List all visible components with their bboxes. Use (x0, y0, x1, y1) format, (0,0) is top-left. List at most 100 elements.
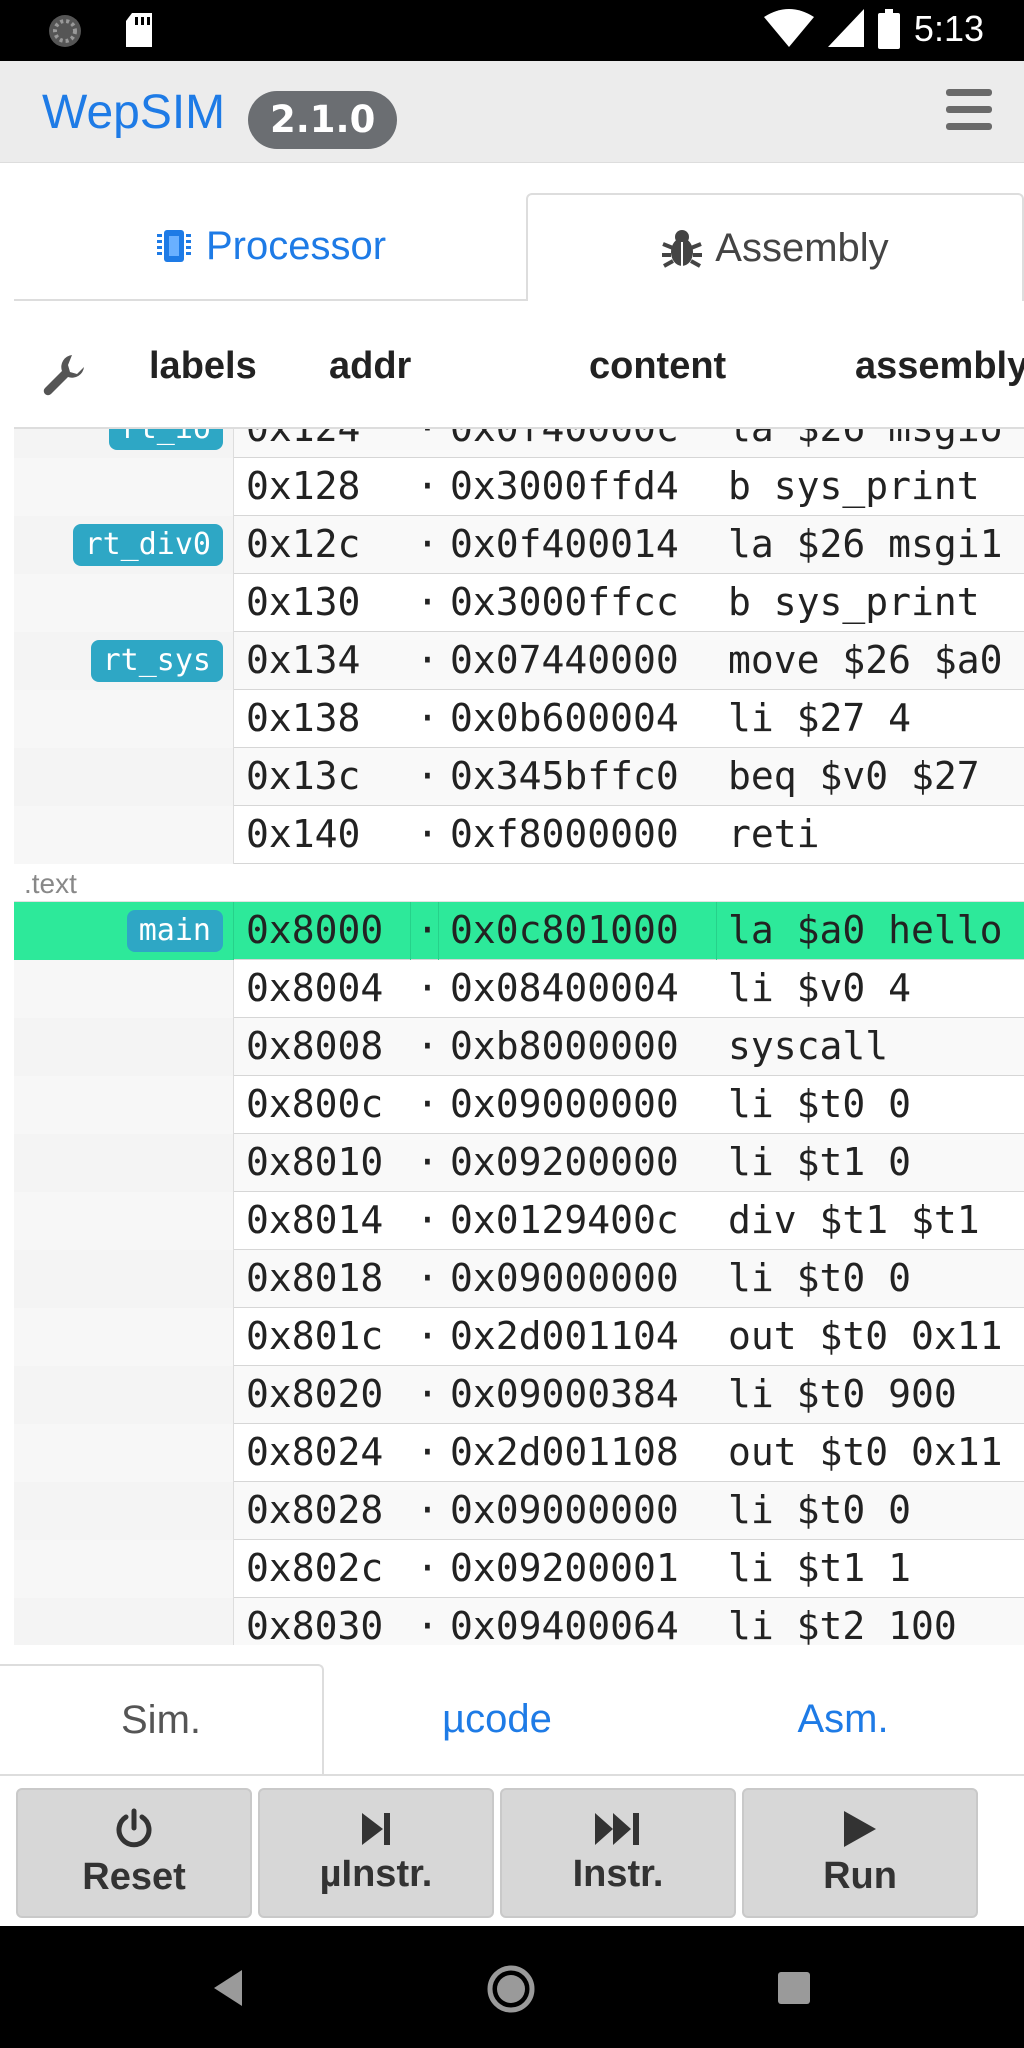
table-row[interactable]: 0x13c · 0x345bffc0 beq $v0 $27 (14, 748, 1024, 806)
power-icon (116, 1808, 152, 1847)
row-addr: 0x128 (246, 464, 361, 508)
row-separator: · (416, 1140, 439, 1184)
label-badge[interactable]: rt_sys (90, 640, 223, 682)
table-row[interactable]: 0x8004 · 0x08400004 li $v0 4 (14, 960, 1024, 1018)
table-row[interactable]: rt_div0 0x12c · 0x0f400014 la $26 msgi1 (14, 516, 1024, 574)
row-addr: 0x8030 (246, 1604, 384, 1645)
row-content: 0x09000000 (450, 1082, 679, 1126)
system-nav-bar (0, 1926, 1024, 2048)
tab-processor-label: Processor (205, 223, 387, 268)
status-bar: 5:13 (0, 0, 1024, 61)
back-icon[interactable] (210, 1968, 246, 2008)
row-content: 0x09000384 (450, 1372, 679, 1416)
app-title[interactable]: WepSIM (42, 85, 225, 140)
row-assembly: out $t0 0x11 (728, 1314, 1003, 1358)
battery-icon (877, 9, 900, 49)
clock: 5:13 (913, 8, 984, 49)
row-separator: · (416, 1024, 439, 1068)
wifi-icon (763, 9, 814, 47)
row-assembly: li $t0 0 (728, 1488, 912, 1532)
tab-assembly[interactable]: Assembly (526, 193, 1024, 301)
table-row[interactable]: 0x8018 · 0x09000000 li $t0 0 (14, 1250, 1024, 1308)
table-row[interactable]: 0x8028 · 0x09000000 li $t0 0 (14, 1482, 1024, 1540)
row-content: 0x3000ffd4 (450, 464, 679, 508)
row-addr: 0x802c (246, 1546, 384, 1590)
instruction-label: Instr. (572, 1852, 664, 1895)
label-badge[interactable]: main (126, 910, 223, 952)
table-row[interactable]: 0x8024 · 0x2d001108 out $t0 0x11 (14, 1424, 1024, 1482)
table-row[interactable]: 0x802c · 0x09200001 li $t1 1 (14, 1540, 1024, 1598)
row-assembly: b sys_print (728, 580, 980, 624)
table-row[interactable]: rt_io 0x124 · 0x0f40000c la $26 msgio (14, 429, 1024, 458)
row-separator: · (416, 966, 439, 1010)
label-badge[interactable]: rt_div0 (72, 524, 223, 566)
table-row[interactable]: 0x140 · 0xf8000000 reti (14, 806, 1024, 864)
reset-label: Reset (82, 1855, 186, 1898)
column-header-assembly[interactable]: assembly (855, 345, 1024, 388)
table-row[interactable]: 0x800c · 0x09000000 li $t0 0 (14, 1076, 1024, 1134)
row-separator: · (416, 638, 439, 682)
row-separator: · (416, 1314, 439, 1358)
microinstruction-step-button[interactable]: µInstr. (258, 1788, 494, 1918)
row-content: 0x345bffc0 (450, 754, 679, 798)
table-row[interactable]: 0x128 · 0x3000ffd4 b sys_print (14, 458, 1024, 516)
row-content: 0xf8000000 (450, 812, 679, 856)
row-assembly: li $t2 100 (728, 1604, 957, 1645)
column-header-content[interactable]: content (589, 345, 726, 388)
row-assembly: syscall (728, 1024, 889, 1068)
row-separator: · (416, 754, 439, 798)
recents-icon[interactable] (776, 1970, 812, 2006)
row-content: 0x09200001 (450, 1546, 679, 1590)
tab-processor[interactable]: Processor (14, 193, 526, 301)
row-addr: 0x130 (246, 580, 361, 624)
row-assembly: la $26 msgio (728, 429, 1003, 450)
row-assembly: div $t1 $t1 (728, 1198, 980, 1242)
row-addr: 0x801c (246, 1314, 384, 1358)
row-assembly: b sys_print (728, 464, 980, 508)
run-button[interactable]: Run (742, 1788, 978, 1918)
row-separator: · (416, 1372, 439, 1416)
table-row[interactable]: 0x8008 · 0xb8000000 syscall (14, 1018, 1024, 1076)
row-separator: · (416, 1546, 439, 1590)
row-assembly: out $t0 0x11 (728, 1430, 1003, 1474)
assembly-table[interactable]: rt_io 0x124 · 0x0f40000c la $26 msgio 0x… (14, 429, 1024, 1645)
column-header-addr[interactable]: addr (329, 345, 411, 388)
label-badge[interactable]: rt_io (108, 429, 223, 450)
table-row[interactable]: 0x130 · 0x3000ffcc b sys_print (14, 574, 1024, 632)
row-addr: 0x8020 (246, 1372, 384, 1416)
row-assembly: li $v0 4 (728, 966, 912, 1010)
row-addr: 0x8010 (246, 1140, 384, 1184)
tab-assembly-label: Assembly (715, 225, 889, 270)
column-header-labels[interactable]: labels (149, 345, 257, 388)
row-assembly: li $t0 900 (728, 1372, 957, 1416)
row-separator: · (416, 908, 439, 952)
table-row[interactable]: 0x8010 · 0x09200000 li $t1 0 (14, 1134, 1024, 1192)
table-row[interactable]: rt_sys 0x134 · 0x07440000 move $26 $a0 (14, 632, 1024, 690)
tab-sim[interactable]: Sim. (0, 1664, 324, 1774)
bottom-tabs: Sim. µcode Asm. (0, 1664, 1024, 1776)
table-row[interactable]: 0x8014 · 0x0129400c div $t1 $t1 (14, 1192, 1024, 1250)
row-assembly: move $26 $a0 (728, 638, 1003, 682)
wrench-icon[interactable] (42, 353, 86, 402)
row-addr: 0x13c (246, 754, 361, 798)
table-row-active[interactable]: main 0x8000 · 0x0c801000 la $a0 hello (14, 902, 1024, 960)
row-separator: · (416, 812, 439, 856)
instruction-step-button[interactable]: Instr. (500, 1788, 736, 1918)
row-separator: · (416, 696, 439, 740)
run-label: Run (823, 1854, 897, 1897)
table-row[interactable]: 0x138 · 0x0b600004 li $27 4 (14, 690, 1024, 748)
row-addr: 0x134 (246, 638, 361, 682)
home-icon[interactable] (486, 1964, 536, 2014)
table-row[interactable]: 0x8020 · 0x09000384 li $t0 900 (14, 1366, 1024, 1424)
hamburger-menu-icon[interactable] (946, 89, 992, 133)
table-row[interactable]: 0x8030 · 0x09400064 li $t2 100 (14, 1598, 1024, 1645)
table-row[interactable]: 0x801c · 0x2d001104 out $t0 0x11 (14, 1308, 1024, 1366)
tab-ucode[interactable]: µcode (324, 1664, 670, 1774)
row-addr: 0x12c (246, 522, 361, 566)
row-addr: 0x800c (246, 1082, 384, 1126)
reset-button[interactable]: Reset (16, 1788, 252, 1918)
row-assembly: li $t0 0 (728, 1082, 912, 1126)
tab-asm[interactable]: Asm. (670, 1664, 1016, 1774)
row-separator: · (416, 1256, 439, 1300)
view-tabs: Processor Assembly (0, 163, 1024, 303)
